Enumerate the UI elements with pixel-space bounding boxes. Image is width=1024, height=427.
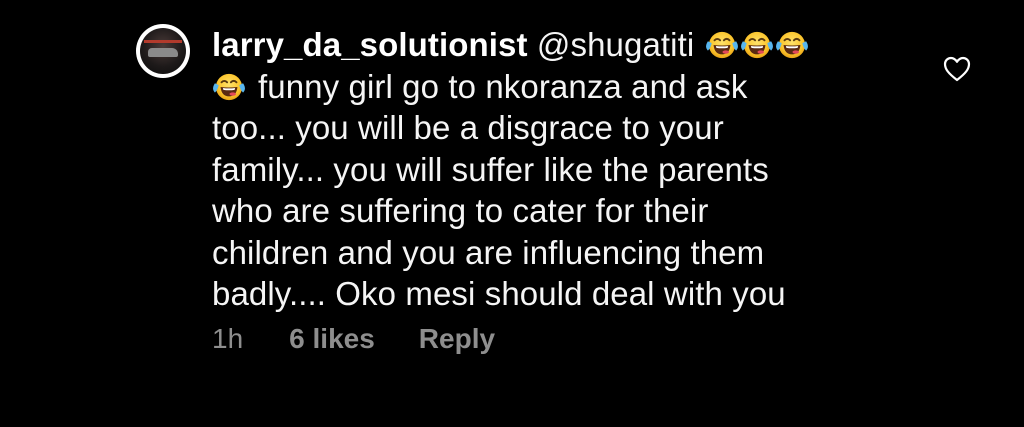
face-with-tears-of-joy-icon [775,30,809,60]
timestamp: 1h [212,323,244,354]
comment-meta: 1h 6 likes Reply [212,319,495,359]
comment-body: larry_da_solutionist @shugatiti funny gi… [212,24,902,315]
face-with-tears-of-joy-icon [740,30,774,60]
comment-text-line: too... you will be a disgrace to your [212,109,724,146]
likes-count[interactable]: 6 likes [289,323,375,355]
face-with-tears-of-joy-icon [705,30,739,60]
avatar-image [140,28,186,74]
comment-text-line: who are suffering to cater for their [212,192,709,229]
comment-text-line: family... you will suffer like the paren… [212,150,769,188]
comment-text-line: badly.... Oko mesi should deal with you [212,275,786,312]
avatar[interactable] [136,24,190,78]
mention-link[interactable]: @shugatiti [537,26,694,63]
comment: larry_da_solutionist @shugatiti funny gi… [0,0,1024,427]
heart-outline-icon[interactable] [943,56,971,82]
comment-text-line: children and you are influencing them [212,233,765,271]
reply-button[interactable]: Reply [419,323,495,355]
username-link[interactable]: larry_da_solutionist [212,26,528,63]
face-with-tears-of-joy-icon [212,72,246,102]
comment-text-line: funny girl go to nkoranza and ask [258,67,748,105]
